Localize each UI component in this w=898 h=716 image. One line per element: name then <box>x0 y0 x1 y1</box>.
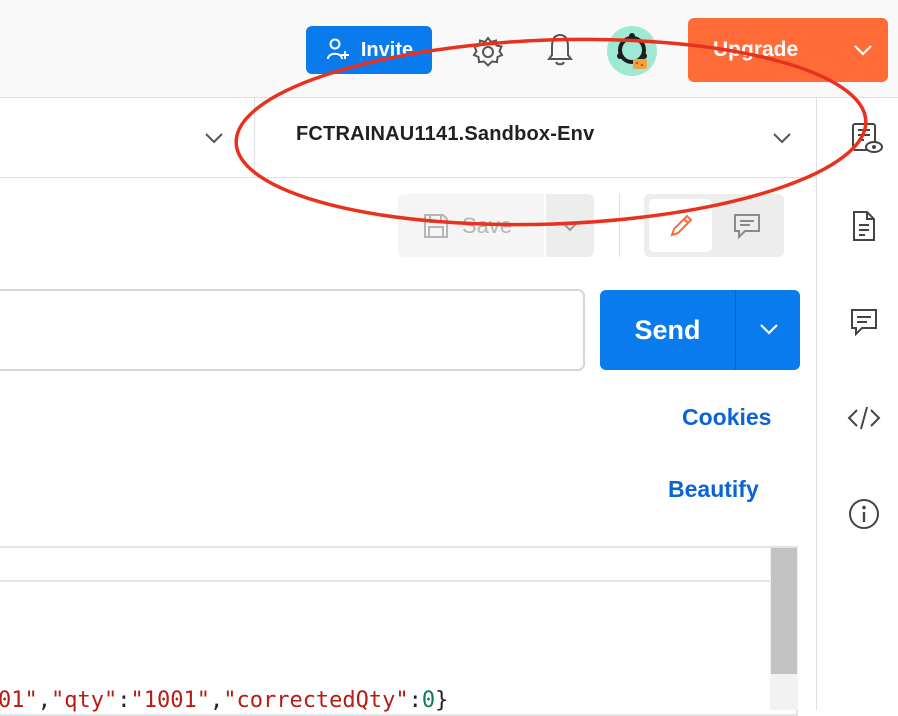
code-snippet-button[interactable] <box>842 398 886 438</box>
code-token: 01" <box>0 688 38 713</box>
eye-document-icon <box>852 123 883 153</box>
save-options-button[interactable] <box>546 194 594 257</box>
gear-icon <box>472 36 504 67</box>
comments-button[interactable] <box>844 302 884 342</box>
info-button[interactable] <box>844 494 884 534</box>
document-icon <box>853 211 875 241</box>
pencil-icon <box>669 214 692 237</box>
comment-mode-button[interactable] <box>722 204 772 248</box>
code-token: "qty" <box>51 688 118 713</box>
code-token: "correctedQty" <box>223 688 409 713</box>
divider <box>619 194 620 257</box>
send-button-label: Send <box>634 314 701 345</box>
invite-button[interactable]: Invite <box>306 26 432 74</box>
code-token: , <box>209 688 224 713</box>
add-user-icon <box>326 38 349 60</box>
documentation-button[interactable] <box>846 206 882 246</box>
environment-selector-label[interactable]: FCTRAINAU1141.Sandbox-Env <box>296 123 594 146</box>
code-icon <box>847 406 881 430</box>
code-token: } <box>435 688 449 713</box>
code-token: 0 <box>421 688 436 713</box>
bell-icon <box>547 33 573 66</box>
save-button-label: Save <box>462 212 513 238</box>
request-url-input[interactable] <box>0 289 585 371</box>
chevron-down-icon <box>773 133 791 144</box>
environment-dropdown-button[interactable] <box>766 122 798 154</box>
code-token: "1001" <box>130 688 210 713</box>
edit-mode-button[interactable] <box>649 199 712 252</box>
floppy-disk-icon <box>424 213 448 238</box>
upgrade-button-label: Upgrade <box>713 38 799 61</box>
chevron-down-icon <box>562 221 578 231</box>
chevron-down-icon[interactable] <box>852 40 874 60</box>
code-token: , <box>37 688 51 713</box>
avatar[interactable] <box>607 26 657 76</box>
info-icon <box>849 499 879 529</box>
settings-button[interactable] <box>466 30 510 74</box>
comment-icon <box>851 309 877 337</box>
code-token: : <box>117 688 131 713</box>
code-token: : <box>408 688 422 713</box>
upgrade-button[interactable]: Upgrade <box>688 18 888 82</box>
save-button[interactable]: Save <box>398 194 544 257</box>
invite-button-label: Invite <box>360 38 414 61</box>
send-button[interactable]: Send <box>600 290 800 370</box>
notifications-button[interactable] <box>540 30 580 70</box>
editor-scrollbar-thumb[interactable] <box>771 548 797 674</box>
cookies-link[interactable]: Cookies <box>682 404 771 431</box>
editor-header-line <box>0 548 770 582</box>
beautify-link[interactable]: Beautify <box>668 476 759 503</box>
divider <box>735 290 736 370</box>
avatar-image-icon <box>617 33 647 69</box>
environment-quick-look-button[interactable] <box>846 118 886 158</box>
divider <box>254 98 255 177</box>
comment-icon <box>734 214 760 240</box>
tabs-dropdown-button[interactable] <box>198 122 230 154</box>
chevron-down-icon[interactable] <box>758 321 780 337</box>
code-line[interactable]: 01","qty":"1001","correctedQty":0} <box>0 688 448 713</box>
chevron-down-icon <box>205 133 223 144</box>
